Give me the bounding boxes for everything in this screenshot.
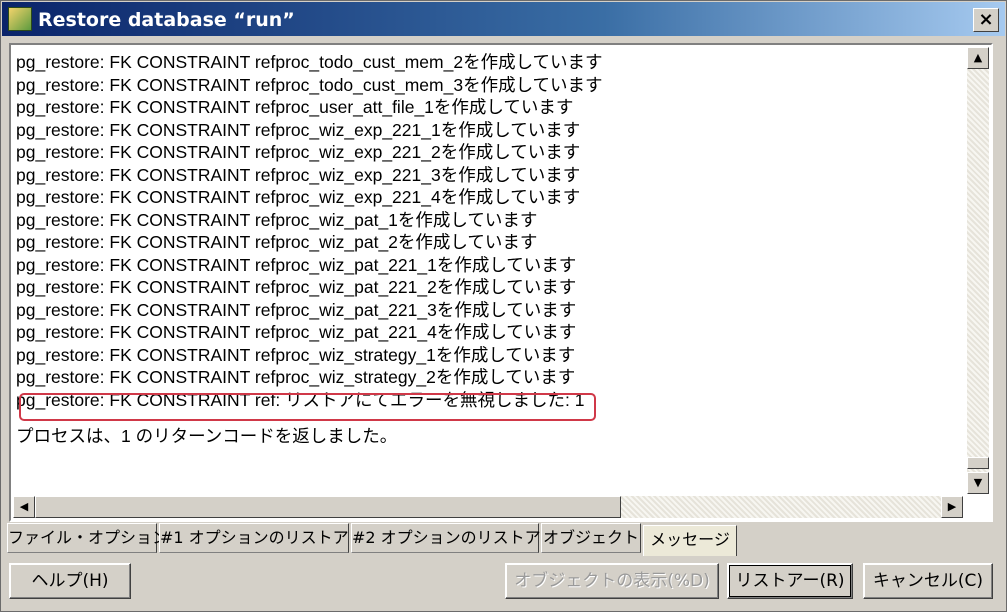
tab-strip: ファイル・オプション #1 オプションのリストア #2 オプションのリストア オ… bbox=[7, 523, 997, 556]
vertical-scrollbar[interactable]: ▲ ▼ bbox=[967, 47, 989, 494]
log-line: pg_restore: FK CONSTRAINT refproc_wiz_ex… bbox=[16, 119, 581, 140]
restore-dialog: Restore database “run” × pg_restore: FK … bbox=[0, 0, 1007, 612]
log-line: pg_restore: FK CONSTRAINT refproc_wiz_ex… bbox=[16, 164, 581, 185]
log-line: pg_restore: FK CONSTRAINT refproc_wiz_pa… bbox=[16, 232, 538, 252]
tab-objects[interactable]: オブジェクト bbox=[541, 523, 641, 553]
log-line: pg_restore: FK CONSTRAINT refproc_wiz_st… bbox=[16, 367, 576, 387]
log-line: pg_restore: FK CONSTRAINT refproc_todo_c… bbox=[16, 74, 603, 95]
log-line: pg_restore: FK CONSTRAINT refproc_wiz_pa… bbox=[16, 209, 538, 230]
log-line: pg_restore: FK CONSTRAINT refproc_wiz_pa… bbox=[16, 322, 577, 342]
window-title: Restore database “run” bbox=[38, 9, 295, 31]
log-line: pg_restore: FK CONSTRAINT refproc_wiz_pa… bbox=[16, 299, 577, 320]
horizontal-scroll-thumb[interactable] bbox=[35, 496, 621, 518]
log-line: pg_restore: FK CONSTRAINT refproc_wiz_ex… bbox=[16, 142, 581, 162]
arrow-right-icon[interactable]: ▶ bbox=[941, 496, 963, 518]
log-line: pg_restore: FK CONSTRAINT refproc_wiz_pa… bbox=[16, 254, 577, 275]
tab-messages[interactable]: メッセージ bbox=[643, 525, 737, 556]
log-line: pg_restore: FK CONSTRAINT refproc_wiz_ex… bbox=[16, 187, 581, 207]
arrow-up-icon[interactable]: ▲ bbox=[967, 47, 989, 69]
help-button[interactable]: ヘルプ(H) bbox=[9, 563, 131, 599]
log-line: pg_restore: FK CONSTRAINT refproc_wiz_pa… bbox=[16, 277, 577, 297]
title-bar[interactable]: Restore database “run” × bbox=[2, 2, 1005, 36]
close-button[interactable]: × bbox=[973, 8, 999, 32]
cancel-button[interactable]: キャンセル(C) bbox=[863, 563, 993, 599]
restore-button[interactable]: リストアー(R) bbox=[727, 563, 853, 599]
arrow-left-icon[interactable]: ◀ bbox=[13, 496, 35, 518]
log-line-return-code: プロセスは、1 のリターンコードを返しました。 bbox=[16, 426, 398, 446]
error-highlight-box bbox=[19, 393, 596, 421]
log-line: pg_restore: FK CONSTRAINT refproc_todo_c… bbox=[16, 52, 603, 72]
vertical-scroll-thumb[interactable] bbox=[967, 457, 989, 469]
horizontal-scrollbar[interactable]: ◀ ▶ bbox=[13, 496, 963, 518]
log-line: pg_restore: FK CONSTRAINT refproc_wiz_st… bbox=[16, 344, 576, 365]
tab-file-options[interactable]: ファイル・オプション bbox=[7, 523, 168, 553]
tab-restore-options-1[interactable]: #1 オプションのリストア bbox=[159, 523, 349, 553]
show-objects-button[interactable]: オブジェクトの表示(%D) bbox=[505, 563, 719, 599]
arrow-down-icon[interactable]: ▼ bbox=[967, 472, 989, 494]
pgadmin-elephant-icon bbox=[8, 7, 32, 31]
message-log[interactable]: pg_restore: FK CONSTRAINT refproc_todo_c… bbox=[9, 43, 993, 522]
tab-restore-options-2[interactable]: #2 オプションのリストア bbox=[351, 523, 541, 553]
log-line: pg_restore: FK CONSTRAINT refproc_user_a… bbox=[16, 97, 574, 117]
log-lines: pg_restore: FK CONSTRAINT refproc_todo_c… bbox=[16, 51, 956, 491]
